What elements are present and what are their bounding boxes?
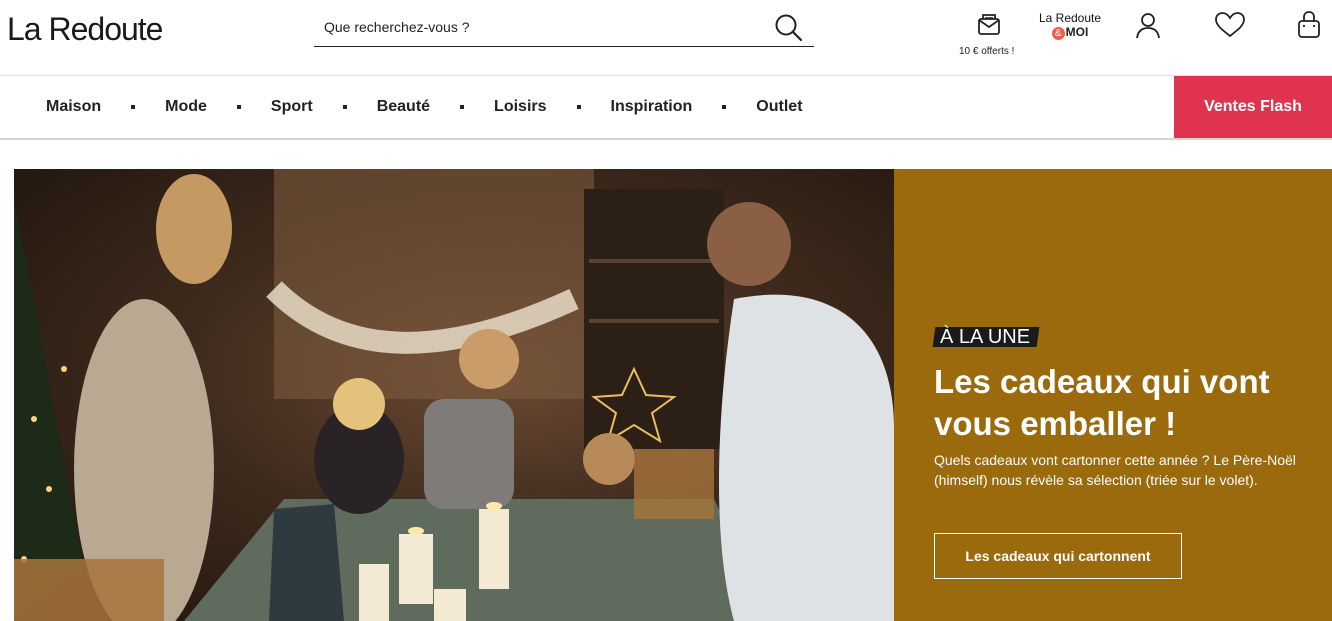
nav-separator <box>342 105 347 109</box>
mail-gift-icon <box>978 14 1000 35</box>
nav-item-beaute[interactable]: Beauté <box>377 98 430 116</box>
nav-separator <box>236 105 241 109</box>
hero-kicker-label: À LA UNE <box>940 326 1031 348</box>
nav-item-inspiration[interactable]: Inspiration <box>611 98 693 116</box>
nav-item-mode[interactable]: Mode <box>165 98 207 116</box>
nav-separator <box>460 105 465 109</box>
cart-button[interactable] <box>1296 10 1322 40</box>
hero-content-panel: À LA UNE Les cadeaux qui vont vous embal… <box>894 169 1332 621</box>
site-header: La Redoute 10 € offerts ! La Redoute &MO… <box>0 0 1332 75</box>
nav-separator <box>576 105 581 109</box>
nav-item-maison[interactable]: Maison <box>46 98 101 116</box>
hero-title: Les cadeaux qui vont vous emballer ! <box>934 363 1270 442</box>
account-button[interactable] <box>1133 10 1163 40</box>
search-bar <box>314 8 814 47</box>
flash-sales-button[interactable]: Ventes Flash <box>1174 76 1332 138</box>
hero-cta-button[interactable]: Les cadeaux qui cartonnent <box>934 533 1182 579</box>
category-menu: Maison Mode Sport Beauté Loisirs Inspira… <box>46 76 803 138</box>
shopping-bag-icon <box>1298 11 1320 38</box>
loyalty-program-link[interactable]: La Redoute & MOI <box>1036 12 1104 40</box>
loyalty-line2: MOI <box>1065 25 1089 39</box>
loyalty-amp: & <box>1051 27 1065 40</box>
hero-description: Quels cadeaux vont cartonner cette année… <box>934 452 1296 488</box>
heart-icon <box>1215 12 1245 38</box>
nav-separator <box>722 105 727 109</box>
user-icon <box>1136 13 1160 39</box>
nav-item-loisirs[interactable]: Loisirs <box>494 98 546 116</box>
nav-item-outlet[interactable]: Outlet <box>756 98 802 116</box>
search-button[interactable] <box>774 13 804 43</box>
offer-button[interactable] <box>974 10 1004 40</box>
hero-photo-illustration <box>14 169 894 621</box>
offer-caption[interactable]: 10 € offerts ! <box>959 46 1014 57</box>
brand-logo[interactable]: La Redoute <box>7 10 163 48</box>
nav-separator <box>131 105 136 109</box>
nav-item-sport[interactable]: Sport <box>271 98 313 116</box>
hero-banner: À LA UNE Les cadeaux qui vont vous embal… <box>14 169 1332 621</box>
search-input[interactable] <box>322 14 766 40</box>
main-navigation: Maison Mode Sport Beauté Loisirs Inspira… <box>0 75 1332 140</box>
hero-photo[interactable] <box>14 169 894 621</box>
search-icon <box>775 14 803 42</box>
hero-kicker: À LA UNE <box>932 326 1040 348</box>
wishlist-button[interactable] <box>1213 10 1247 40</box>
loyalty-line1: La Redoute <box>1038 11 1102 25</box>
